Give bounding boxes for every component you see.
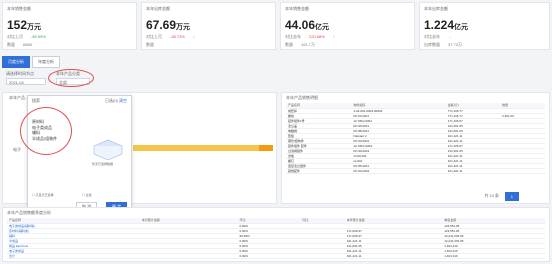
pager-text: 共 13 条 xyxy=(484,193,499,198)
kpi-value: 152万元 xyxy=(7,18,42,32)
table-row[interactable]: 其他配件 KP-00-0001 101,421.11 xyxy=(286,168,545,174)
table-cell: 其他配件 xyxy=(286,168,352,174)
table-cell xyxy=(300,253,345,259)
empty-text: 暂无已选择数据 xyxy=(92,162,114,166)
analysis-tabs: 月度分析 年度分析 xyxy=(2,56,60,68)
table-cell xyxy=(500,168,545,174)
kpi-card-outbound-year: 本年出库金额 1.224亿元 对比去年 → 出库数量 37.73万 xyxy=(419,2,550,50)
bottom-table-title: 本年产品销售额季度分析 xyxy=(7,210,51,215)
table-cell: 101,421.11 xyxy=(344,253,443,259)
table-cell: 0.00% xyxy=(237,253,301,259)
chart-y-tick: 电子 xyxy=(13,147,21,152)
empty-box-icon xyxy=(93,139,123,160)
quarterly-panel: 本年产品销售额季度分析 产品名称 本月累计金额 环比 同比 本年累计金额 季度金额 电子类成… xyxy=(2,207,550,262)
table-cell: 1,403,210 xyxy=(442,253,545,259)
kpi-card-sales-year: 本年销售金额 44.06亿元 对比去年 220.68% ↑ 数量 191.7万 xyxy=(280,2,415,50)
kpi-title: 本年销售金额 xyxy=(7,6,31,11)
table-cell: KP-00-0001 xyxy=(351,168,446,174)
check-only-selected[interactable]: ☐ 只显示已选择 xyxy=(32,193,54,197)
table-cell: 101,421.11 xyxy=(445,168,501,174)
right-table-title: 本年产品销售明细 xyxy=(286,95,318,100)
filter-date-label: 请选择时间节点 xyxy=(6,71,34,76)
arrow-up-icon: ↑ xyxy=(332,34,335,39)
product-detail-panel: 本年产品销售明细 产品名称 物料编码 金额(元) 数量 成套棒 1-32-001-0003… xyxy=(281,92,550,204)
pager-page-1[interactable]: 1 xyxy=(504,192,519,201)
table-row[interactable]: 合计 0.00% 101,421.11 1,403,210 xyxy=(7,253,545,259)
table-cell xyxy=(139,253,238,259)
tab-yearly[interactable]: 年度分析 xyxy=(32,56,60,68)
arrow-right-icon: → xyxy=(448,34,452,39)
chart-bar-label xyxy=(259,145,273,151)
product-table: 产品名称 物料编码 金额(元) 数量 成套棒 1-32-001-0003-00003 771… xyxy=(286,103,545,174)
highlight-circle-filter xyxy=(48,69,94,87)
search-label: 搜索 xyxy=(32,98,40,103)
clear-link[interactable]: 清空 xyxy=(119,98,127,103)
date-select[interactable]: 2021-04 xyxy=(6,78,46,85)
table-cell: 合计 xyxy=(7,253,140,259)
chart-bar xyxy=(133,145,273,151)
arrow-down-icon: ↓ xyxy=(192,34,195,39)
kpi-card-outbound-month: 本年出库金额 67.69万元 对比上月 -38.73% ↓ 数量 xyxy=(141,2,276,50)
kpi-card-sales-month: 本年销售金额 152万元 对比上月 -89.99% 数量 6669 xyxy=(2,2,137,50)
selected-count: 已选(0) xyxy=(104,98,118,103)
check-all[interactable]: ☐ 全选 xyxy=(82,193,92,197)
tab-monthly[interactable]: 月度分析 xyxy=(2,56,30,68)
quarterly-table: 产品名称 本月累计金额 环比 同比 本年累计金额 季度金额 电子类成品(辅料等) 0.00% 1… xyxy=(7,218,545,259)
highlight-circle-options xyxy=(20,107,72,155)
